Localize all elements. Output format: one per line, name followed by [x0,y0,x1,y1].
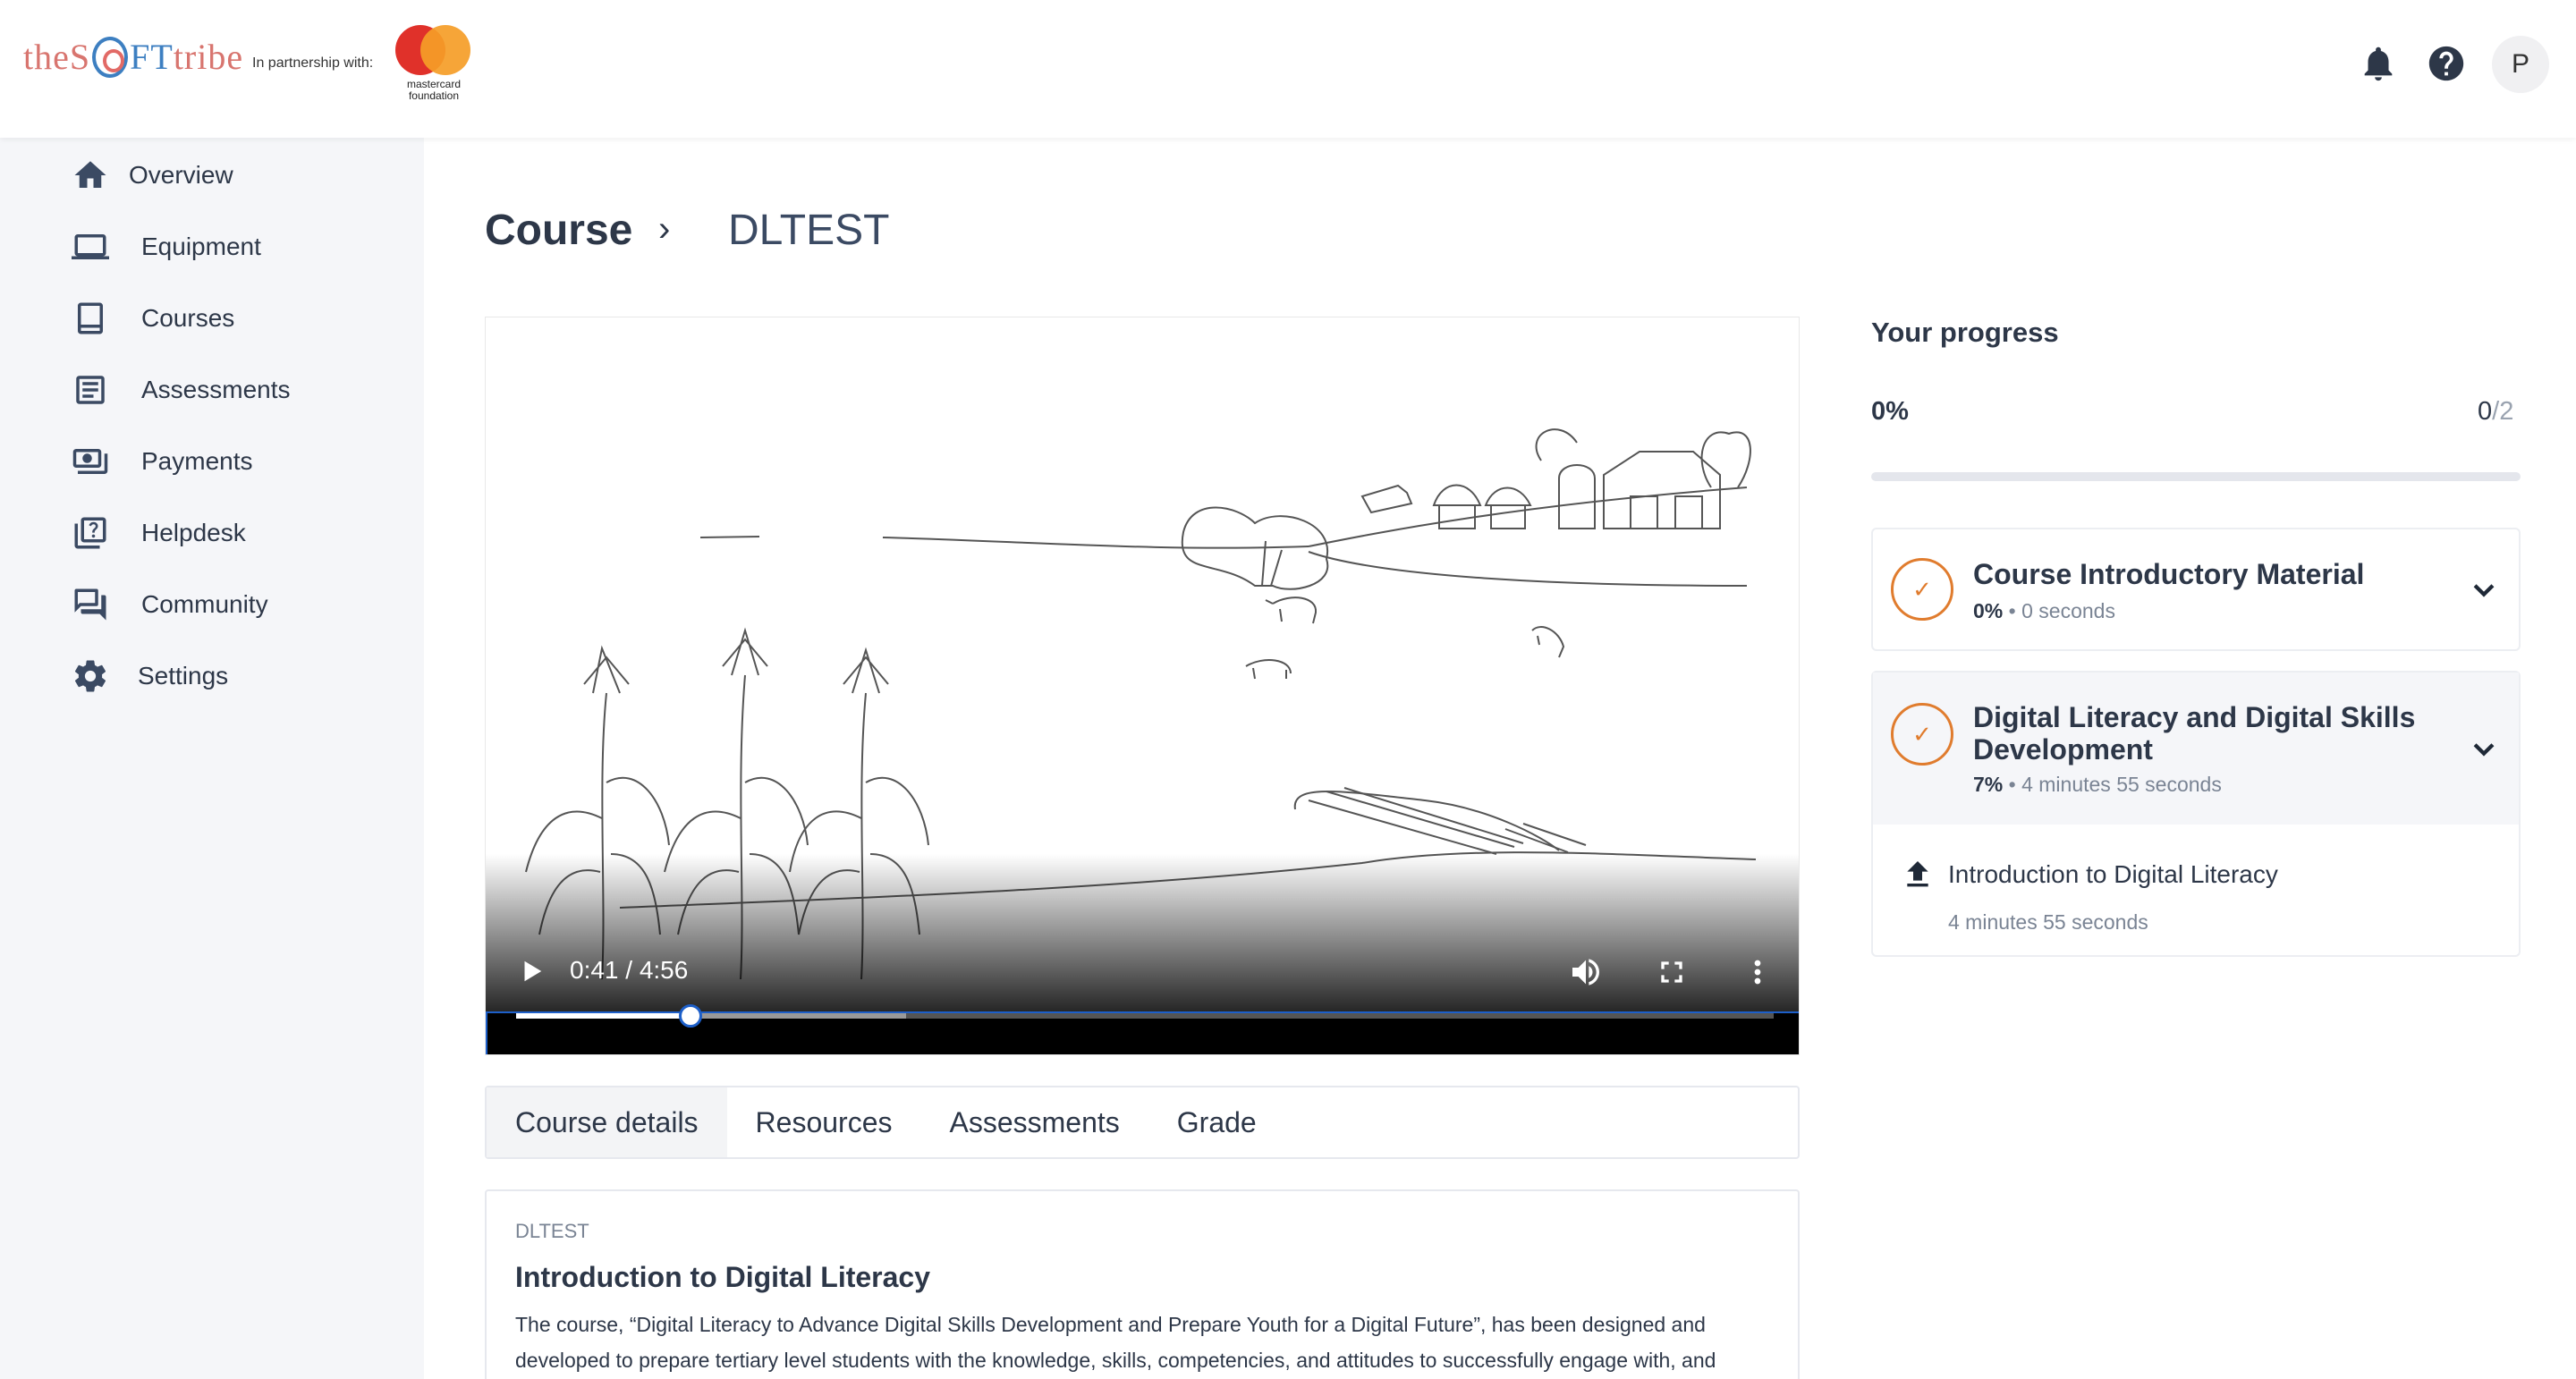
module-title: Digital Literacy and Digital Skills Deve… [1973,701,2416,766]
module-duration: 4 minutes 55 seconds [2021,773,2222,796]
partner-logo-text: mastercard foundation [406,78,462,102]
gear-icon [74,660,106,692]
sidebar-item-label: Payments [141,447,253,475]
module-duration: 0 seconds [2021,599,2115,622]
lesson-item[interactable]: Introduction to Digital Literacy 4 minut… [1873,826,2519,952]
helpdesk-icon [74,517,106,549]
module-title: Course Introductory Material [1973,558,2365,590]
check-circle-icon: ✓ [1891,558,1953,621]
sidebar: Overview Equipment Courses Assessments P… [0,138,424,1379]
module-meta: 7% • 4 minutes 55 seconds [1973,773,2222,796]
home-icon [74,161,106,188]
breadcrumb-current: DLTEST [728,207,890,254]
tab-assessments[interactable]: Assessments [921,1087,1148,1157]
logo-ring-icon [92,36,129,78]
sidebar-item-label: Helpdesk [141,519,246,546]
chevron-down-icon[interactable] [2469,733,2499,764]
book-icon [78,302,103,334]
fullscreen-icon[interactable] [1654,954,1690,990]
progress-completed: 0 [2478,397,2493,426]
logo-text-1: theS [23,37,91,77]
upload-icon [1907,861,1928,887]
chevron-down-icon[interactable] [2469,574,2499,605]
progress-heading: Your progress [1871,317,2059,348]
forum-icon [74,588,106,621]
laptop-icon [72,234,109,259]
check-circle-icon: ✓ [1891,703,1953,766]
progress-percent: 0% [1871,397,1909,426]
video-player[interactable]: 0:41 / 4:56 [485,317,1800,1055]
module-card: ✓ Digital Literacy and Digital Skills De… [1871,671,2521,957]
progress-bar [1871,472,2521,481]
module-header[interactable]: ✓ Course Introductory Material 0% • 0 se… [1873,529,2519,649]
course-details-panel: DLTEST Introduction to Digital Literacy … [485,1189,1800,1379]
breadcrumb-course-link[interactable]: Course [485,206,632,255]
video-track[interactable] [516,1004,1774,1028]
tab-grade[interactable]: Grade [1148,1087,1285,1157]
video-time: 0:41 / 4:56 [570,956,689,984]
sidebar-item-payments[interactable]: Payments [72,435,394,488]
course-description: The course, “Digital Literacy to Advance… [515,1313,1716,1372]
video-played [516,1013,691,1019]
logo-text-3: tribe [173,37,244,77]
help-icon[interactable] [2426,43,2467,84]
progress-count: 0/2 [2478,397,2513,427]
play-icon[interactable] [518,958,545,985]
soft-tribe-logo[interactable]: theS FT tribe [23,36,243,78]
mastercard-foundation-logo: mastercard foundation [394,23,474,104]
module-card: ✓ Course Introductory Material 0% • 0 se… [1871,528,2521,651]
sidebar-item-label: Assessments [141,376,291,403]
tab-course-details[interactable]: Course details [487,1087,727,1157]
user-avatar[interactable]: P [2492,36,2549,93]
video-scrubber-handle[interactable] [679,1004,703,1028]
course-title: Introduction to Digital Literacy [515,1261,931,1293]
sidebar-item-equipment[interactable]: Equipment [72,220,394,274]
sidebar-item-settings[interactable]: Settings [72,649,394,703]
partner-label: In partnership with: [252,55,374,71]
module-percent: 7% [1973,773,2004,796]
module-header[interactable]: ✓ Digital Literacy and Digital Skills De… [1873,673,2519,825]
sidebar-item-label: Equipment [141,233,261,260]
sidebar-item-label: Settings [138,662,229,690]
sidebar-item-label: Community [141,590,268,618]
sidebar-item-courses[interactable]: Courses [72,292,394,345]
module-percent: 0% [1973,599,2004,622]
lesson-duration: 4 minutes 55 seconds [1948,910,2148,934]
sidebar-item-assessments[interactable]: Assessments [72,363,394,417]
bell-icon[interactable] [2358,43,2399,84]
sidebar-item-label: Overview [129,161,233,189]
chevron-right-icon: › [658,209,671,249]
sidebar-item-community[interactable]: Community [72,578,394,631]
volume-icon[interactable] [1568,954,1604,990]
top-header: theS FT tribe In partnership with: maste… [0,0,2576,138]
progress-total: /2 [2492,397,2514,426]
module-meta: 0% • 0 seconds [1973,599,2115,622]
tab-resources[interactable]: Resources [727,1087,921,1157]
sidebar-item-helpdesk[interactable]: Helpdesk [72,506,394,560]
course-code: DLTEST [515,1220,589,1242]
video-progress-bar[interactable] [486,1004,1799,1054]
course-tabs: Course details Resources Assessments Gra… [485,1086,1800,1159]
document-icon [76,376,105,404]
sidebar-item-overview[interactable]: Overview [72,148,394,202]
logo-text-2: FT [130,37,174,77]
lesson-title: Introduction to Digital Literacy [1948,860,2278,888]
more-vertical-icon[interactable] [1740,954,1775,990]
payments-icon [72,449,108,474]
sidebar-item-label: Courses [141,304,235,332]
